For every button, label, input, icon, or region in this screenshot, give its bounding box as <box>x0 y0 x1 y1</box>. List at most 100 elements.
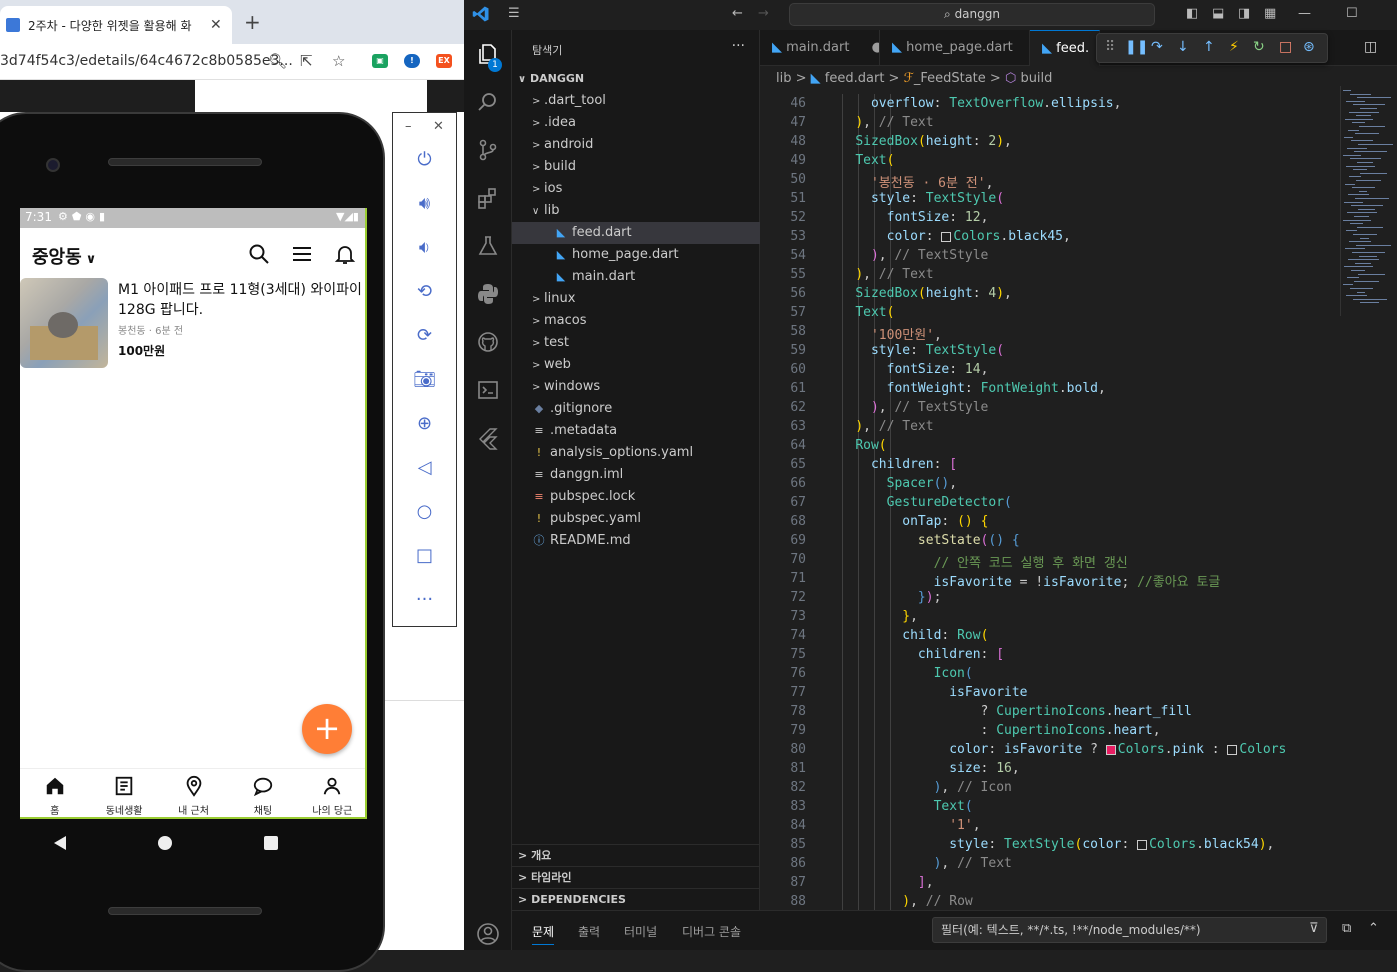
step-over-icon[interactable]: ↷ <box>1151 39 1163 55</box>
drag-handle-icon[interactable]: ⠿ <box>1105 39 1115 55</box>
overview-icon[interactable]: □ <box>393 545 456 566</box>
zoom-icon[interactable]: ⊕ <box>393 413 456 434</box>
dependencies-section[interactable]: > DEPENDENCIES <box>512 888 760 910</box>
toggle-sidebar-icon[interactable]: ◧ <box>1186 6 1198 21</box>
window-maximize-icon[interactable]: ☐ <box>1346 6 1358 21</box>
tab-problems[interactable]: 문제 <box>532 923 555 945</box>
minimap[interactable] <box>1340 86 1397 316</box>
window-minimize-icon[interactable]: — <box>1298 6 1311 21</box>
recents-nav-icon[interactable] <box>264 836 278 850</box>
filter-icon[interactable]: ⊽ <box>1309 921 1319 936</box>
terminal-icon[interactable] <box>476 378 500 402</box>
code-editor[interactable]: 46 overflow: TextOverflow.ellipsis, 47 ),… <box>760 94 1397 910</box>
add-post-fab[interactable]: + <box>302 704 352 754</box>
nav-back-icon[interactable]: ← <box>732 6 743 21</box>
location-selector[interactable]: 중앙동 ∨ <box>32 243 96 269</box>
toggle-secondary-sidebar-icon[interactable]: ◨ <box>1238 6 1250 21</box>
minimize-button[interactable]: – <box>405 119 412 134</box>
zoom-icon[interactable]: 🔍︎ <box>268 52 287 70</box>
nav-chat[interactable]: 채팅 <box>228 769 297 817</box>
flutter-icon[interactable] <box>476 426 500 450</box>
step-out-icon[interactable]: ↑ <box>1203 39 1215 55</box>
tree-item-home-page-dart[interactable]: ◣ home_page.dart <box>512 244 760 266</box>
search-icon[interactable] <box>476 90 500 114</box>
bookmark-star-icon[interactable]: ☆ <box>332 52 345 70</box>
tree-item-metadata[interactable]: ≡ .metadata <box>512 420 760 442</box>
pause-icon[interactable]: ❚❚ <box>1125 39 1148 55</box>
nav-nearby[interactable]: 내 근처 <box>159 769 228 817</box>
volume-down-icon[interactable]: 🔉︎ <box>393 237 456 258</box>
share-icon[interactable]: ⇱ <box>300 52 313 70</box>
shield-extension-icon[interactable]: ! <box>404 54 420 68</box>
outline-section[interactable]: > 개요 <box>512 844 760 866</box>
nav-community[interactable]: 동네생활 <box>89 769 158 817</box>
close-button[interactable]: ✕ <box>433 119 444 134</box>
home-icon[interactable]: ○ <box>393 501 456 522</box>
tree-item-readme-md[interactable]: ⓘ README.md <box>512 530 760 552</box>
project-folder[interactable]: ∨ DANGGN <box>512 68 760 90</box>
volume-up-icon[interactable]: 🔊︎ <box>393 193 456 214</box>
tab-feed-dart[interactable]: ◣ feed. <box>1030 30 1100 66</box>
ex-extension-icon[interactable]: EX <box>436 54 452 68</box>
more-actions-icon[interactable]: ··· <box>732 38 745 54</box>
breadcrumb-item[interactable]: feed.dart <box>825 71 885 86</box>
home-nav-icon[interactable] <box>158 836 172 850</box>
tree-item-linux[interactable]: > linux <box>512 288 760 310</box>
github-icon[interactable] <box>476 330 500 354</box>
step-into-icon[interactable]: ↓ <box>1177 39 1189 55</box>
tree-item-gitignore[interactable]: ◆ .gitignore <box>512 398 760 420</box>
customize-layout-icon[interactable]: ▦ <box>1264 6 1276 21</box>
feed-item[interactable]: M1 아이패드 프로 11형(3세대) 와이파이 128G 팝니다. 봉천동 ·… <box>20 278 365 377</box>
tree-item-main-dart[interactable]: ◣ main.dart <box>512 266 760 288</box>
menu-icon[interactable]: ☰ <box>508 6 520 21</box>
tree-item-macos[interactable]: > macos <box>512 310 760 332</box>
tree-item-android[interactable]: > android <box>512 134 760 156</box>
more-icon[interactable]: ··· <box>393 589 456 610</box>
tree-item-analysis-options-yaml[interactable]: ! analysis_options.yaml <box>512 442 760 464</box>
tab-output[interactable]: 출력 <box>578 923 600 940</box>
tab-terminal[interactable]: 터미널 <box>624 923 657 940</box>
extension-icon[interactable]: ▣ <box>372 54 388 68</box>
nav-my[interactable]: 나의 당근 <box>298 769 365 817</box>
tree-item-build[interactable]: > build <box>512 156 760 178</box>
url-text[interactable]: 3d74f54c3/edetails/64c4672c8b0585e3... <box>0 53 293 69</box>
tree-item-pubspec-yaml[interactable]: ! pubspec.yaml <box>512 508 760 530</box>
favorite-button[interactable]: ♡1 <box>364 363 365 377</box>
tree-item-windows[interactable]: > windows <box>512 376 760 398</box>
tree-item-idea[interactable]: > .idea <box>512 112 760 134</box>
camera-icon[interactable]: 📷︎ <box>393 369 456 390</box>
devtools-icon[interactable]: ⊛ <box>1303 39 1315 55</box>
toggle-panel-icon[interactable]: ⬓ <box>1212 6 1224 21</box>
tab-home-page-dart[interactable]: ◣ home_page.dart <box>880 30 1030 66</box>
breadcrumb-item[interactable]: build <box>1020 71 1052 86</box>
rotate-right-icon[interactable]: ⟳ <box>393 325 456 346</box>
problems-filter-input[interactable]: 필터(예: 텍스트, **/*.ts, !**/node_modules/**) <box>932 917 1327 943</box>
tree-item-web[interactable]: > web <box>512 354 760 376</box>
hot-reload-icon[interactable]: ⚡ <box>1229 39 1239 55</box>
stop-icon[interactable]: □ <box>1279 39 1292 55</box>
restart-icon[interactable]: ↻ <box>1253 39 1265 55</box>
browser-tab[interactable]: 2주차 - 다양한 위젯을 활용해 화 ✕ <box>0 6 232 44</box>
testing-flask-icon[interactable] <box>476 234 500 258</box>
address-bar[interactable]: 3d74f54c3/edetails/64c4672c8b0585e3... 🔍… <box>0 44 464 80</box>
rotate-left-icon[interactable]: ⟲ <box>393 281 456 302</box>
tree-item-lib[interactable]: ∨ lib <box>512 200 760 222</box>
power-icon[interactable]: ⏻ <box>393 149 456 170</box>
tree-item-feed-dart[interactable]: ◣ feed.dart <box>512 222 760 244</box>
breadcrumb-item[interactable]: lib <box>776 71 791 86</box>
python-icon[interactable] <box>476 282 500 306</box>
nav-forward-icon[interactable]: → <box>758 6 769 21</box>
tab-main-dart[interactable]: ◣ main.dart ● <box>760 30 880 66</box>
tab-close-icon[interactable]: ✕ <box>210 17 222 33</box>
tree-item-test[interactable]: > test <box>512 332 760 354</box>
extensions-icon[interactable] <box>476 186 500 210</box>
search-icon[interactable] <box>247 242 271 266</box>
tab-debug-console[interactable]: 디버그 콘솔 <box>682 923 741 940</box>
maximize-panel-icon[interactable]: ⌃ <box>1368 921 1379 936</box>
account-icon[interactable] <box>476 922 500 946</box>
new-tab-button[interactable]: + <box>244 10 261 34</box>
back-nav-icon[interactable] <box>54 836 66 850</box>
tree-item-danggn-iml[interactable]: ≡ danggn.iml <box>512 464 760 486</box>
timeline-section[interactable]: > 타임라인 <box>512 866 760 888</box>
bell-icon[interactable] <box>333 242 357 266</box>
